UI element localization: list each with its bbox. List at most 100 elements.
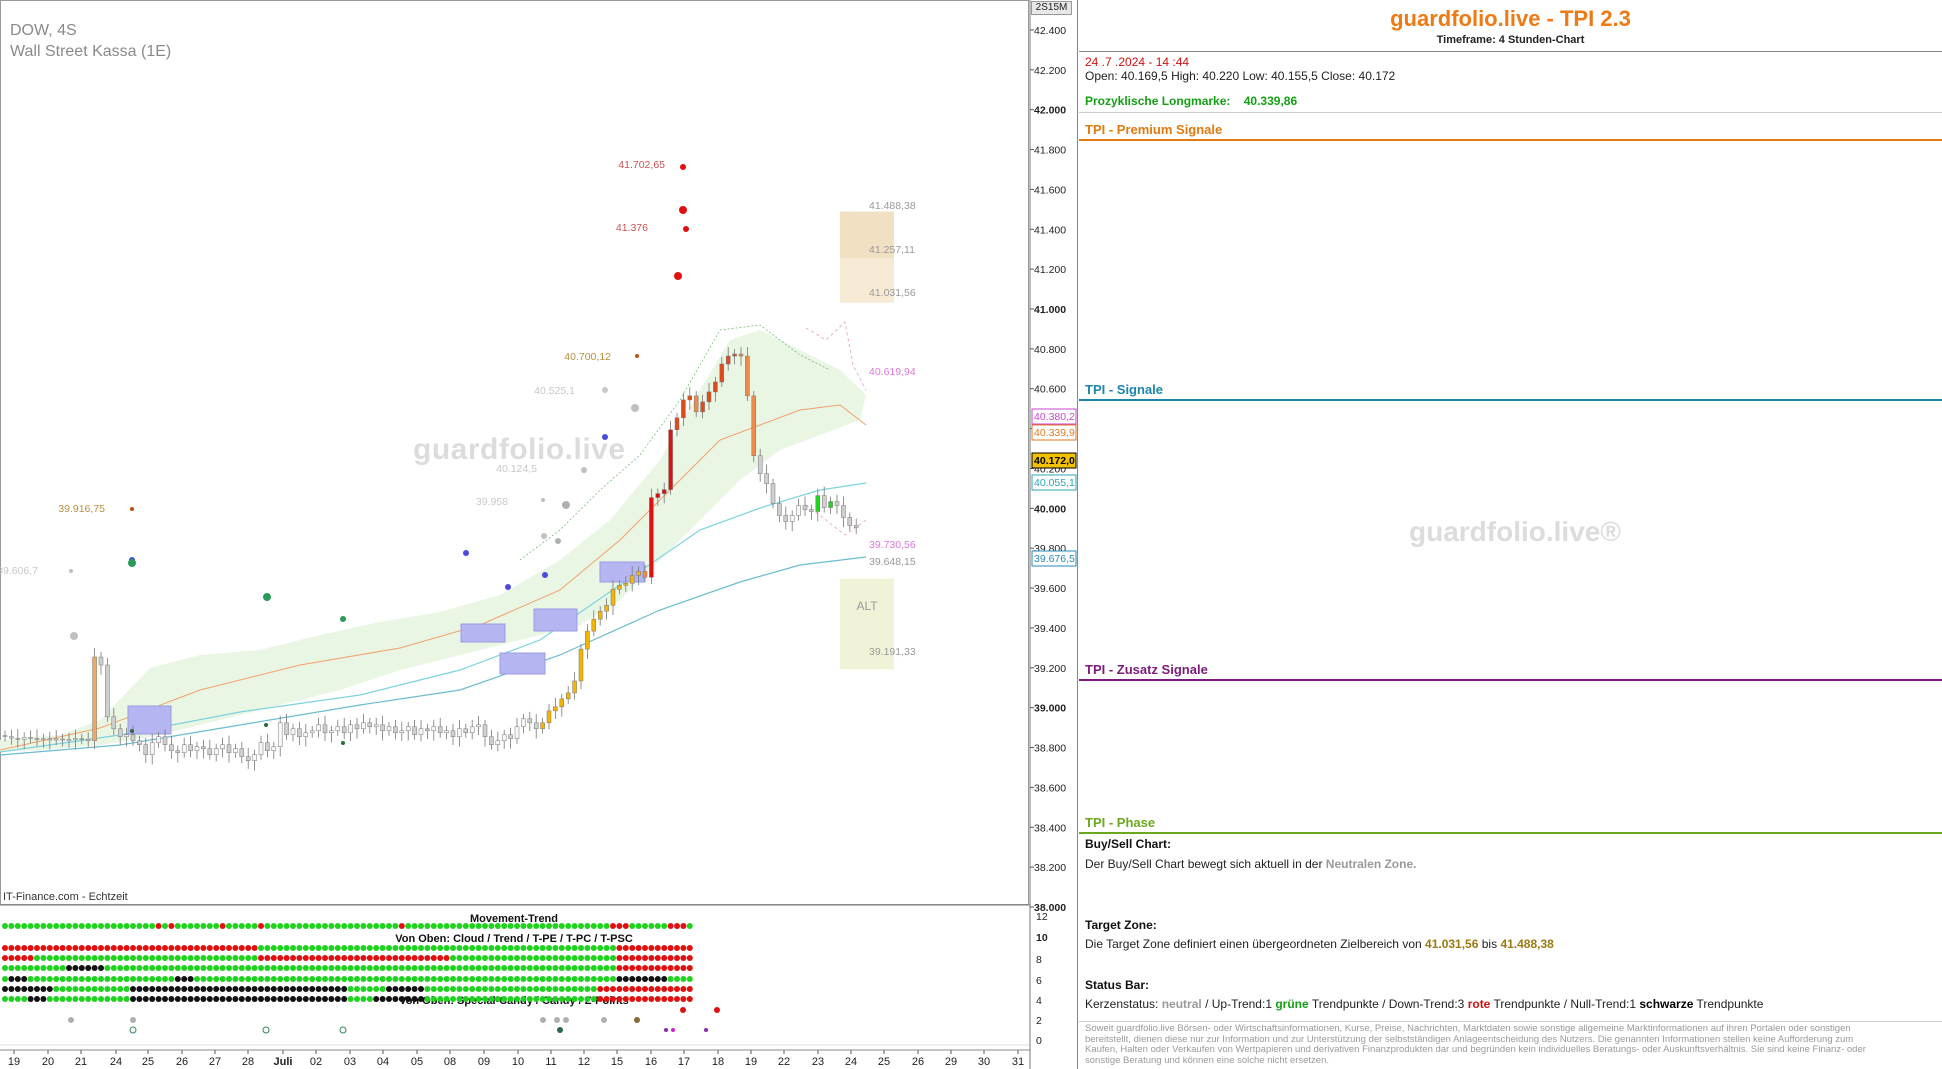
trend-dot	[85, 976, 92, 982]
trend-dot	[258, 945, 264, 951]
trend-dot	[571, 965, 578, 971]
trend-dot	[14, 945, 21, 951]
candle	[841, 505, 846, 518]
trend-dot	[91, 923, 98, 929]
trend-dot	[565, 996, 572, 1002]
trend-dot	[136, 986, 143, 992]
trend-dot	[386, 996, 392, 1002]
trend-dot	[437, 923, 444, 929]
section-phase: TPI - Phase	[1085, 815, 1156, 830]
trend-dot	[91, 996, 98, 1002]
trend-dot	[66, 965, 72, 971]
trend-dot	[149, 945, 156, 951]
trend-dot	[309, 955, 316, 961]
candle	[847, 517, 853, 526]
trend-dot	[373, 976, 380, 982]
trend-dot	[78, 945, 85, 951]
trend-dot	[629, 965, 636, 971]
trend-dot	[123, 976, 130, 982]
trend-dot	[642, 945, 648, 951]
trend-dot	[539, 976, 546, 982]
trend-dot	[430, 923, 437, 929]
trend-dot	[40, 955, 47, 961]
trend-dot	[552, 945, 559, 951]
trend-dot	[117, 923, 124, 929]
y-tick-label: 41.400	[1034, 224, 1066, 236]
candle	[450, 730, 456, 738]
trend-dot	[142, 986, 149, 992]
trend-dot	[546, 986, 552, 992]
price-annotation: 41.702,65	[618, 159, 665, 171]
timeframe-badge[interactable]: 2S15M	[1031, 1, 1072, 15]
trend-cloud	[0, 330, 866, 752]
chart-watermark: guardfolio.live	[413, 433, 626, 466]
timeframe-label: Timeframe: 4 Stunden-Chart	[1436, 34, 1585, 46]
trend-dot	[213, 955, 220, 961]
trend-dot	[14, 965, 21, 971]
trend-dot	[34, 965, 40, 971]
trend-dot	[283, 986, 290, 992]
trend-dot	[379, 965, 386, 971]
support-zone-box	[460, 623, 506, 643]
trend-dot	[283, 945, 290, 951]
trend-dot	[482, 923, 488, 929]
trend-dot	[507, 976, 514, 982]
trend-dot	[27, 955, 34, 961]
trend-dot	[213, 923, 220, 929]
price-annotation: 39.648,15	[869, 556, 916, 568]
candle	[559, 698, 565, 708]
trend-dot	[46, 986, 53, 992]
candle	[239, 748, 245, 757]
trend-dot	[72, 996, 79, 1002]
trend-dot	[411, 945, 418, 951]
price-annotation: 39.730,56	[869, 539, 916, 551]
trend-dot	[456, 945, 463, 951]
trend-dot	[277, 965, 284, 971]
candle	[489, 736, 494, 745]
trend-dot	[181, 986, 188, 992]
candle	[495, 740, 501, 745]
trend-dot	[181, 945, 188, 951]
section-zusatz-signale: TPI - Zusatz Signale	[1085, 662, 1208, 677]
trend-dot	[373, 996, 380, 1002]
trend-dot	[251, 955, 258, 961]
trend-dot	[59, 976, 66, 982]
trend-dot	[283, 976, 290, 982]
x-tick-label: 24	[845, 1056, 857, 1068]
trend-dot	[366, 945, 373, 951]
candle	[201, 746, 206, 749]
trend-dot	[277, 996, 284, 1002]
indicator-y-label: 10	[1036, 932, 1048, 944]
y-tick-label: 42.000	[1034, 105, 1066, 117]
trend-dot	[34, 945, 40, 951]
trend-dot	[373, 923, 380, 929]
trend-dot	[296, 996, 303, 1002]
trend-dot	[264, 996, 271, 1002]
trend-dot	[162, 986, 168, 992]
chart-panel[interactable]: 42.400 42.200 42.000 41.800 41.600 41.400 41.2…	[0, 0, 1078, 1069]
movement-trend-title: Movement-Trend	[470, 913, 558, 925]
z-point	[714, 1007, 720, 1013]
candle	[540, 722, 545, 730]
trend-dot	[309, 923, 316, 929]
trend-dot	[149, 955, 156, 961]
trend-dot	[578, 955, 584, 961]
trend-dot	[622, 976, 629, 982]
trend-dot	[46, 945, 53, 951]
price-chart[interactable]: 42.400 42.200 42.000 41.800 41.600 41.400 41.2…	[0, 0, 1078, 1069]
trend-dot	[661, 976, 668, 982]
candle	[668, 429, 673, 490]
x-tick-label: 02	[310, 1056, 322, 1068]
trend-dot	[418, 955, 424, 961]
y-tick-label: 38.600	[1034, 782, 1066, 794]
trend-dot	[155, 945, 162, 951]
trend-dot	[149, 965, 156, 971]
candle	[508, 734, 513, 740]
trend-dot	[482, 996, 488, 1002]
trend-dot	[450, 955, 456, 961]
trend-dot	[450, 965, 456, 971]
trend-dot	[200, 955, 207, 961]
trend-dot	[40, 996, 47, 1002]
candle	[770, 483, 776, 504]
trend-dot	[450, 976, 456, 982]
